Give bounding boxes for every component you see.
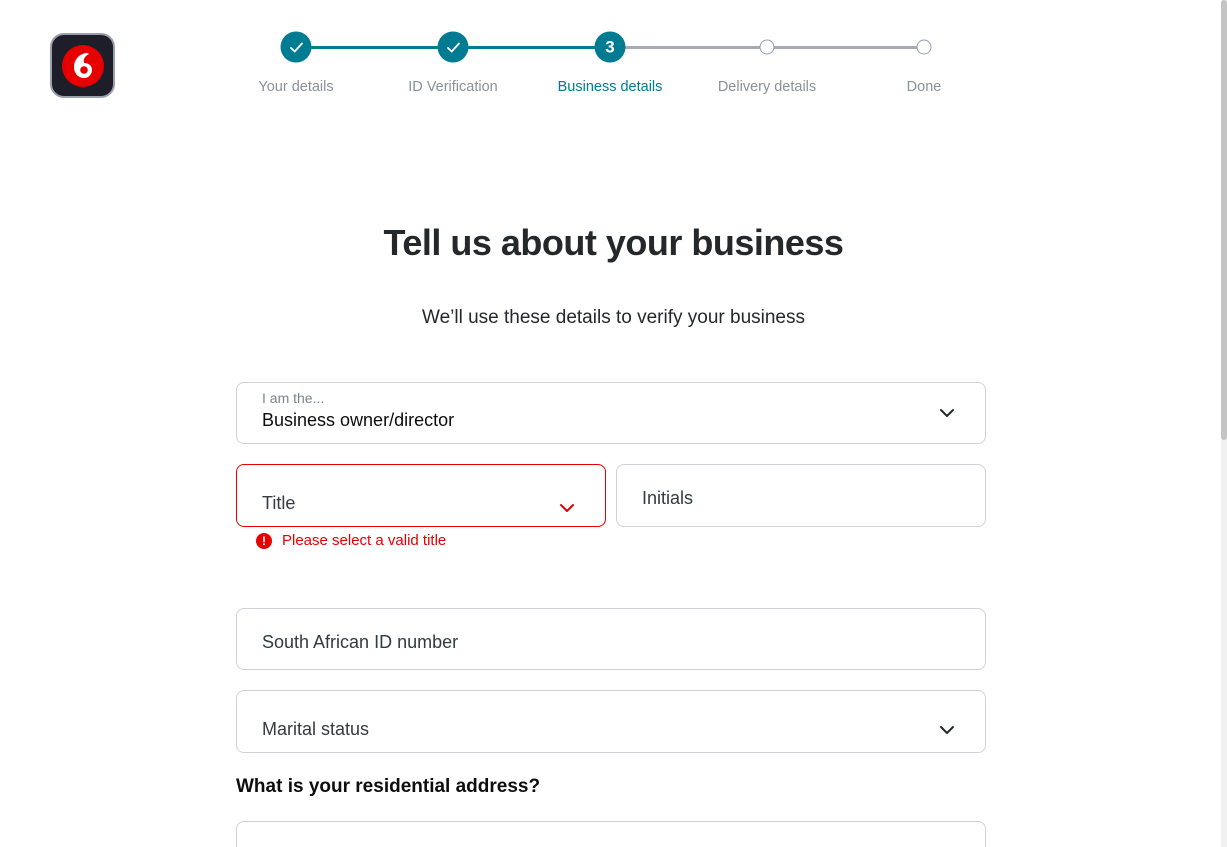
step-5-indicator xyxy=(916,39,932,55)
step-4-indicator xyxy=(759,39,775,55)
residential-address-heading: What is your residential address? xyxy=(236,776,541,797)
title-select-placeholder: Title xyxy=(262,493,296,513)
title-error-text: Please select a valid title xyxy=(282,532,447,549)
step-label-your-details: Your details xyxy=(258,79,334,95)
chevron-down-icon xyxy=(940,409,954,417)
step-label-id-verification: ID Verification xyxy=(408,79,498,95)
role-select-label: I am the... xyxy=(262,390,325,406)
error-alert-icon: ! xyxy=(256,532,272,549)
title-select[interactable]: Title xyxy=(236,464,606,527)
step-3-indicator: 3 xyxy=(594,31,626,63)
id-number-input[interactable]: South African ID number xyxy=(236,608,986,670)
step-1-indicator xyxy=(280,31,312,63)
scrollbar-thumb[interactable] xyxy=(1221,0,1227,440)
chevron-down-icon xyxy=(940,726,954,734)
checkmark-icon xyxy=(289,42,303,52)
progress-stepper: 3 Your details ID Verification Business … xyxy=(0,0,1227,110)
marital-status-placeholder: Marital status xyxy=(262,719,370,739)
page-subtitle: We’ll use these details to verify your b… xyxy=(422,307,805,328)
page-scrollbar[interactable] xyxy=(1221,0,1227,847)
step-3-number: 3 xyxy=(605,37,615,56)
step-label-delivery-details: Delivery details xyxy=(717,79,817,95)
role-select-value: Business owner/director xyxy=(262,410,455,430)
step-2-indicator xyxy=(437,31,469,63)
title-error-message: ! Please select a valid title xyxy=(256,532,446,549)
residential-address-input[interactable] xyxy=(236,821,986,847)
chevron-down-icon xyxy=(560,504,574,512)
step-label-done: Done xyxy=(906,79,942,95)
initials-input[interactable]: Initials xyxy=(616,464,986,527)
initials-placeholder: Initials xyxy=(642,488,694,508)
role-select[interactable]: I am the... Business owner/director xyxy=(236,382,986,444)
step-label-business-details: Business details xyxy=(557,79,663,95)
page-title: Tell us about your business xyxy=(383,222,844,263)
id-number-placeholder: South African ID number xyxy=(262,632,459,652)
marital-status-select[interactable]: Marital status xyxy=(236,690,986,753)
checkmark-icon xyxy=(446,42,460,52)
